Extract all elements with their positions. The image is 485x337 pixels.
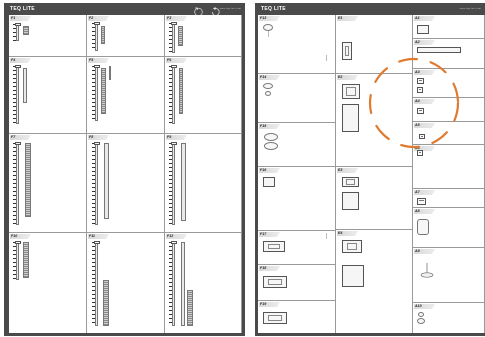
item-cell-f7[interactable]: F7 — [9, 134, 87, 233]
item-label: A1 — [414, 16, 435, 21]
item-label: F3 — [166, 16, 187, 21]
item-cell-f17[interactable]: F17 — [258, 231, 336, 265]
item-cell-f11[interactable]: F11 — [87, 233, 165, 333]
item-cell-f9[interactable]: F9 — [165, 134, 242, 233]
website-text: www.teq-lite.com — [459, 8, 481, 10]
item-label: F18 — [259, 266, 280, 271]
item-label: F5 — [88, 58, 109, 63]
item-cell-e4[interactable]: E4 — [336, 230, 413, 333]
item-label: F10 — [10, 234, 31, 239]
e4-box-drawing — [342, 240, 362, 253]
f13-knob-drawing — [263, 24, 273, 31]
left-product-grid: F1 F2 F3 F4 F5 F6 F7 F8 F9 F10 F11 F12 — [9, 15, 242, 333]
f16-bracket-drawing — [263, 177, 275, 187]
item-label: F15 — [259, 124, 280, 129]
sheet-header: TEQ LITE www.teq-lite.com — [255, 3, 485, 15]
item-label: A8 — [414, 209, 435, 214]
item-cell-f5[interactable]: F5 — [87, 57, 165, 134]
item-label: F12 — [166, 234, 187, 239]
item-cell-f6[interactable]: F6 — [165, 57, 242, 134]
a7-clip-drawing — [417, 198, 426, 205]
item-label: F9 — [166, 135, 187, 140]
item-cell-a7[interactable]: A7 — [413, 189, 485, 208]
item-label: E1 — [337, 16, 358, 21]
brand-title: TEQ LITE — [261, 6, 286, 12]
left-catalog-sheet: TEQ LITE www.teq-lite.com F1 F2 F3 F4 F5… — [4, 3, 245, 336]
a1-plate-drawing — [417, 25, 429, 34]
a8-cap-drawing — [417, 219, 429, 235]
item-cell-f14[interactable]: F14 — [258, 74, 336, 123]
item-label: F1 — [10, 16, 31, 21]
e3-box-drawing — [342, 177, 359, 187]
item-cell-f8[interactable]: F8 — [87, 134, 165, 233]
e2-box-drawing — [342, 84, 360, 99]
item-cell-a10[interactable]: A10 — [413, 303, 485, 333]
item-cell-f16[interactable]: F16 — [258, 167, 336, 231]
item-cell-f15[interactable]: F15 — [258, 123, 336, 167]
item-cell-f3[interactable]: F3 — [165, 15, 242, 57]
item-label: F14 — [259, 75, 280, 80]
website-text: www.teq-lite.com — [219, 8, 241, 10]
item-label: E4 — [337, 231, 358, 236]
item-label: E3 — [337, 168, 358, 173]
item-cell-a1[interactable]: A1 — [413, 15, 485, 39]
item-label: E2 — [337, 75, 358, 80]
item-cell-f4[interactable]: F4 — [9, 57, 87, 134]
item-label: F6 — [166, 58, 187, 63]
a9-foot-drawing — [420, 263, 434, 278]
f18-bracket-drawing — [263, 276, 287, 288]
item-cell-f1[interactable]: F1 — [9, 15, 87, 57]
item-label: F11 — [88, 234, 109, 239]
item-label: A10 — [414, 304, 435, 309]
f14-knob-drawing — [263, 83, 273, 89]
item-label: F13 — [259, 16, 280, 21]
item-label: F7 — [10, 135, 31, 140]
sheet-header: TEQ LITE www.teq-lite.com — [4, 3, 245, 15]
a10-knob-drawing — [418, 312, 424, 317]
item-label: A2 — [414, 40, 435, 45]
f17-bracket-drawing — [263, 241, 285, 252]
highlight-dashed-circle — [368, 57, 460, 149]
item-label: F17 — [259, 232, 280, 237]
item-cell-f10[interactable]: F10 — [9, 233, 87, 333]
f15-knob-drawing — [264, 133, 278, 141]
item-cell-e3[interactable]: E3 — [336, 167, 413, 230]
e1-box-drawing — [342, 42, 352, 60]
item-cell-a8[interactable]: A8 — [413, 208, 485, 248]
item-cell-a9[interactable]: A9 — [413, 248, 485, 303]
item-cell-f18[interactable]: F18 — [258, 265, 336, 301]
item-label: F2 — [88, 16, 109, 21]
item-label: F8 — [88, 135, 109, 140]
item-cell-f13[interactable]: F13 — [258, 15, 336, 74]
right-catalog-sheet: TEQ LITE www.teq-lite.com F13 F14 F15 F1… — [255, 3, 485, 336]
item-cell-f19[interactable]: F19 — [258, 301, 336, 333]
item-label: A7 — [414, 190, 435, 195]
item-cell-f2[interactable]: F2 — [87, 15, 165, 57]
f19-bracket-drawing — [263, 312, 287, 324]
item-label: F19 — [259, 302, 280, 307]
item-cell-f12[interactable]: F12 — [165, 233, 242, 333]
item-label: F4 — [10, 58, 31, 63]
item-label: A9 — [414, 249, 435, 254]
brand-title: TEQ LITE — [10, 6, 35, 12]
item-label: F16 — [259, 168, 280, 173]
